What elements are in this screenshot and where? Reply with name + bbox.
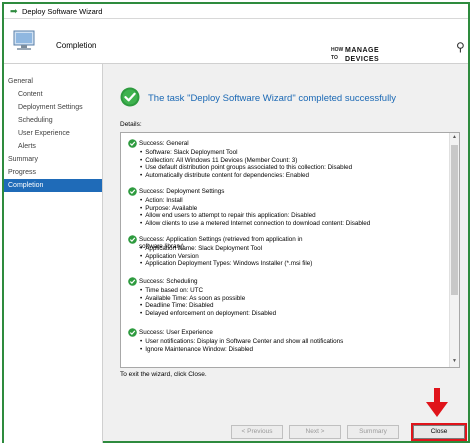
- section-title: Success: General: [139, 140, 189, 147]
- sidebar-item-label: General: [8, 78, 33, 85]
- detail-item: Collection: All Windows 11 Devices (Memb…: [128, 157, 352, 165]
- scroll-up-arrow-icon[interactable]: ▲: [451, 134, 458, 142]
- exit-instruction: To exit the wizard, click Close.: [120, 371, 207, 378]
- success-check-icon: [128, 139, 137, 148]
- success-message: The task "Deploy Software Wizard" comple…: [148, 93, 397, 104]
- window-title: Deploy Software Wizard: [22, 7, 103, 16]
- detail-item: Purpose: Available: [128, 205, 370, 213]
- sidebar-item-content[interactable]: Content: [4, 88, 116, 101]
- details-box[interactable]: Success: General Software: Slack Deploym…: [120, 132, 460, 368]
- detail-item: Use default distribution point groups as…: [128, 164, 352, 172]
- logo-manage: MANAGE: [345, 47, 380, 54]
- details-section-application-settings: Success: Application Settings (retrieved…: [128, 235, 312, 268]
- arrow-right-icon: ➡: [10, 6, 18, 16]
- section-title: Success: Scheduling: [139, 278, 198, 285]
- sidebar-item-progress[interactable]: Progress: [4, 166, 106, 179]
- sidebar-item-deployment-settings[interactable]: Deployment Settings: [4, 101, 116, 114]
- user-icon: ⚲: [456, 40, 465, 54]
- logo-to: TO: [331, 55, 338, 61]
- scroll-thumb[interactable]: [451, 145, 458, 295]
- detail-item: Delayed enforcement on deployment: Disab…: [128, 310, 276, 318]
- sidebar-item-label: Deployment Settings: [18, 104, 83, 111]
- section-title: Success: Application Settings (retrieved…: [139, 236, 303, 250]
- detail-item: Ignore Maintenance Window: Disabled: [128, 346, 343, 354]
- details-section-scheduling: Success: Scheduling Time based on: UTC A…: [128, 277, 276, 317]
- red-down-arrow-icon: [426, 388, 448, 417]
- title-bar: ➡ Deploy Software Wizard: [4, 4, 468, 19]
- sidebar-item-completion[interactable]: Completion: [4, 179, 102, 192]
- sidebar-item-label: Completion: [8, 182, 44, 189]
- sidebar-item-user-experience[interactable]: User Experience: [4, 127, 116, 140]
- sidebar-item-alerts[interactable]: Alerts: [4, 140, 116, 153]
- detail-item: Application Version: [128, 253, 312, 261]
- detail-item: Application Deployment Types: Windows In…: [128, 260, 312, 268]
- details-section-general: Success: General Software: Slack Deploym…: [128, 139, 352, 179]
- details-label: Details:: [120, 121, 142, 128]
- detail-item: Software: Slack Deployment Tool: [128, 149, 352, 157]
- next-button[interactable]: Next >: [289, 425, 341, 439]
- sidebar-item-label: Alerts: [18, 143, 36, 150]
- computer-icon: [13, 30, 35, 50]
- success-check-icon: [128, 187, 137, 196]
- previous-button[interactable]: < Previous: [231, 425, 283, 439]
- details-section-user-experience: Success: User Experience User notificati…: [128, 328, 343, 353]
- detail-item: Automatically distribute content for dep…: [128, 172, 352, 180]
- success-check-icon: [128, 235, 137, 244]
- wizard-header: Completion HOW TO MANAGE DEVICES ⚲: [4, 19, 468, 64]
- detail-item: Time based on: UTC: [128, 287, 276, 295]
- success-check-icon: [128, 328, 137, 337]
- detail-item: Allow end users to attempt to repair thi…: [128, 212, 370, 220]
- logo-how: HOW: [331, 47, 344, 53]
- section-title: Success: User Experience: [139, 329, 213, 336]
- wizard-window: ➡ Deploy Software Wizard Completion HOW …: [2, 2, 470, 443]
- success-check-icon: [128, 277, 137, 286]
- wizard-sidebar: General Content Deployment Settings Sche…: [4, 64, 103, 443]
- sidebar-item-label: Summary: [8, 156, 38, 163]
- sidebar-item-general[interactable]: General: [4, 75, 106, 88]
- scroll-down-arrow-icon[interactable]: ▼: [451, 358, 458, 366]
- detail-item: Deadline Time: Disabled: [128, 302, 276, 310]
- close-button[interactable]: Close: [411, 423, 467, 441]
- detail-item: User notifications: Display in Software …: [128, 338, 343, 346]
- sidebar-item-scheduling[interactable]: Scheduling: [4, 114, 116, 127]
- sidebar-item-label: User Experience: [18, 130, 70, 137]
- logo-devices: DEVICES: [345, 56, 380, 63]
- sidebar-item-label: Content: [18, 91, 43, 98]
- summary-button[interactable]: Summary: [347, 425, 399, 439]
- success-check-icon: [120, 87, 140, 107]
- detail-item: Available Time: As soon as possible: [128, 295, 276, 303]
- sidebar-item-summary[interactable]: Summary: [4, 153, 106, 166]
- section-title: Success: Deployment Settings: [139, 188, 225, 195]
- sidebar-item-label: Scheduling: [18, 117, 53, 124]
- sidebar-item-label: Progress: [8, 169, 37, 176]
- details-scrollbar[interactable]: ▲ ▼: [449, 133, 459, 367]
- details-section-deployment-settings: Success: Deployment Settings Action: Ins…: [128, 187, 370, 227]
- wizard-main: The task "Deploy Software Wizard" comple…: [103, 64, 468, 443]
- page-title: Completion: [56, 41, 97, 50]
- detail-item: Action: Install: [128, 197, 370, 205]
- detail-item: Allow clients to use a metered Internet …: [128, 220, 370, 228]
